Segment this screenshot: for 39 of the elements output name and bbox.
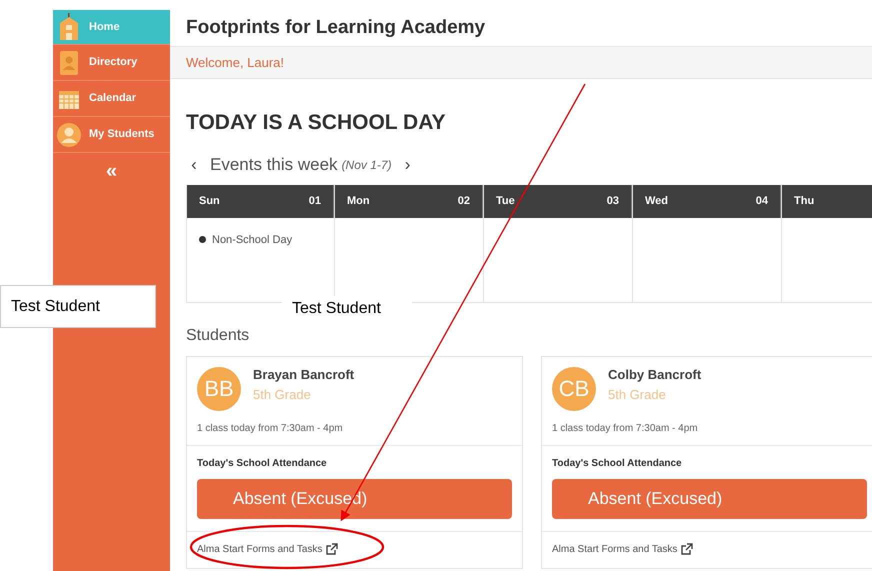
events-title: Events this week	[210, 154, 338, 176]
day-date: 03	[606, 194, 619, 209]
day-date: 04	[756, 194, 768, 209]
student-name: Brayan Bancroft	[253, 366, 354, 384]
person-icon	[57, 122, 81, 146]
day-date: 02	[458, 194, 470, 209]
attendance-label: Today's School Attendance	[552, 456, 683, 470]
day-name: Thu	[794, 194, 814, 209]
student-name: Colby Bancroft	[608, 366, 702, 384]
attendance-label: Today's School Attendance	[197, 456, 328, 470]
class-schedule: 1 class today from 7:30am - 4pm	[552, 422, 698, 434]
school-icon	[58, 13, 80, 41]
attendance-status: Absent (Excused)	[552, 478, 867, 518]
forms-link[interactable]: Alma Start Forms and Tasks	[197, 542, 322, 556]
avatar-initials: CB	[552, 366, 596, 410]
section-title: Students	[186, 326, 250, 344]
previous-week-button[interactable]: ‹	[186, 152, 202, 178]
avatar-initials: BB	[197, 366, 241, 410]
grade-level: 5th Grade	[608, 386, 667, 404]
class-schedule: 1 class today from 7:30am - 4pm	[197, 422, 343, 434]
forms-link[interactable]: Alma Start Forms and Tasks	[552, 542, 678, 556]
day-date: 01	[308, 194, 321, 209]
next-week-button[interactable]: ›	[400, 152, 416, 178]
day-heading: TODAY IS A SCHOOL DAY	[186, 111, 446, 134]
contact-book-icon	[59, 50, 79, 76]
welcome-text: Welcome, Laura!	[186, 54, 284, 72]
grade-level: 5th Grade	[253, 386, 312, 404]
page-title: Footprints for Learning Academy	[186, 16, 486, 40]
attendance-status: Absent (Excused)	[197, 478, 512, 518]
date-range: (Nov 1-7)	[342, 156, 392, 174]
calendar-event[interactable]: Non-School Day	[212, 232, 292, 248]
bullet-icon	[199, 236, 206, 244]
day-name: Mon	[347, 194, 370, 209]
day-name: Tue	[496, 194, 515, 209]
external-link-icon	[681, 543, 694, 555]
day-name: Sun	[199, 194, 220, 209]
day-name: Wed	[645, 194, 668, 209]
annotation-label: Test Student	[0, 285, 156, 328]
external-link-icon	[326, 543, 338, 555]
